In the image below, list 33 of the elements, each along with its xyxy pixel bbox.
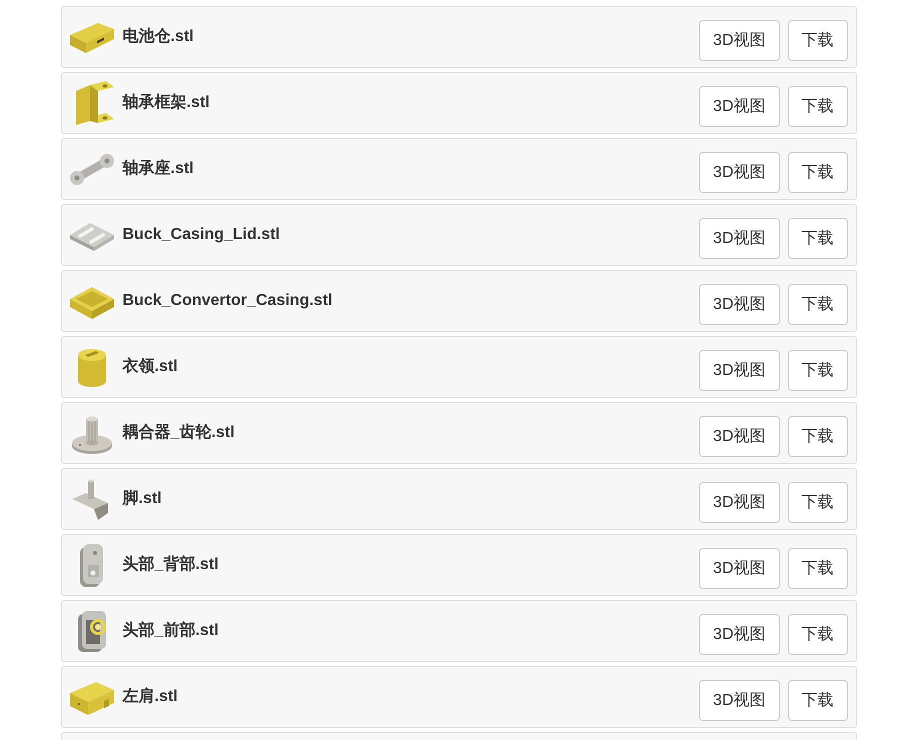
file-name: 电池仓.stl bbox=[122, 27, 194, 47]
file-name: 耦合器_齿轮.stl bbox=[122, 423, 235, 443]
view-3d-button[interactable]: 3D视图 bbox=[699, 86, 780, 127]
download-button[interactable]: 下载 bbox=[788, 416, 848, 457]
file-name: 轴承框架.stl bbox=[122, 93, 210, 113]
view-3d-button[interactable]: 3D视图 bbox=[699, 284, 780, 325]
view-3d-button[interactable]: 3D视图 bbox=[699, 548, 780, 589]
file-name: 轴承座.stl bbox=[122, 159, 194, 179]
file-name: Buck_Convertor_Casing.stl bbox=[122, 291, 332, 311]
download-button[interactable]: 下载 bbox=[788, 548, 848, 589]
view-3d-button[interactable]: 3D视图 bbox=[699, 350, 780, 391]
download-button[interactable]: 下载 bbox=[788, 152, 848, 193]
download-button[interactable]: 下载 bbox=[788, 218, 848, 259]
file-name: 脚.stl bbox=[122, 489, 162, 509]
download-button[interactable]: 下载 bbox=[788, 284, 848, 325]
view-3d-button[interactable]: 3D视图 bbox=[699, 482, 780, 523]
download-button[interactable]: 下载 bbox=[788, 614, 848, 655]
file-name: 左肩.stl bbox=[122, 687, 178, 707]
view-3d-button[interactable]: 3D视图 bbox=[699, 614, 780, 655]
download-button[interactable]: 下载 bbox=[788, 482, 848, 523]
file-name: 头部_背部.stl bbox=[122, 555, 219, 575]
download-button[interactable]: 下载 bbox=[788, 86, 848, 127]
view-3d-button[interactable]: 3D视图 bbox=[699, 680, 780, 721]
download-button[interactable]: 下载 bbox=[788, 350, 848, 391]
view-3d-button[interactable]: 3D视图 bbox=[699, 218, 780, 259]
download-button[interactable]: 下载 bbox=[788, 680, 848, 721]
view-3d-button[interactable]: 3D视图 bbox=[699, 416, 780, 457]
view-3d-button[interactable]: 3D视图 bbox=[699, 20, 780, 61]
view-3d-button[interactable]: 3D视图 bbox=[699, 152, 780, 193]
download-button[interactable]: 下载 bbox=[788, 20, 848, 61]
file-name: Buck_Casing_Lid.stl bbox=[122, 225, 280, 245]
file-name: 头部_前部.stl bbox=[122, 621, 219, 641]
file-name: 衣领.stl bbox=[122, 357, 178, 377]
